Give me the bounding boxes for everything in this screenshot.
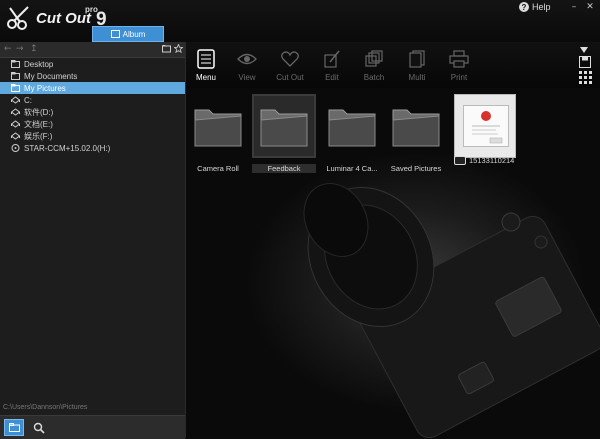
thumb-label: Camera Roll [197, 164, 239, 173]
batch-icon [365, 50, 383, 67]
drive-icon [11, 132, 20, 140]
sidebar-toolbar: ← → ↥ [0, 42, 185, 58]
thumb-feedback[interactable]: Feedback [252, 94, 316, 173]
folder-icon [11, 72, 20, 80]
save-icon[interactable] [579, 56, 591, 68]
sidebar-item-label: 文档(E:) [24, 119, 53, 129]
menu-button[interactable]: Menu [186, 48, 226, 82]
thumb-camera-roll[interactable]: Camera Roll [186, 94, 250, 173]
multi-page-icon [409, 50, 425, 68]
folder-icon [11, 60, 20, 68]
tab-album[interactable]: Album [92, 26, 164, 42]
photo-label: 15133110214 [469, 156, 515, 165]
logo-text: Cut Out [36, 10, 91, 27]
multi-label: Multi [408, 73, 426, 82]
printer-icon [449, 50, 469, 68]
folder-tree: Desktop My Documents My Pictures C: 软件(D… [0, 58, 185, 154]
cutout-label: Cut Out [276, 73, 304, 82]
title-bar: Cut Out pro 9 Album ? Help – ✕ [0, 0, 600, 42]
minimize-button[interactable]: – [569, 2, 579, 12]
print-label: Print [450, 73, 468, 82]
scissors-icon [7, 6, 29, 30]
multi-button[interactable]: Multi [397, 48, 437, 82]
edit-button[interactable]: Edit [312, 48, 352, 82]
thumb-label: Feedback [252, 164, 316, 173]
sidebar-item-drive-f[interactable]: 娱乐(F:) [0, 130, 185, 142]
search-icon [33, 422, 45, 434]
app-logo: Cut Out pro 9 [6, 4, 107, 32]
sidebar-item-drive-d[interactable]: 软件(D:) [0, 106, 185, 118]
sidebar-item-label: My Documents [24, 71, 78, 81]
sidebar-bottom-bar [0, 415, 185, 439]
tab-album-label: Album [122, 29, 146, 39]
close-button[interactable]: ✕ [585, 2, 595, 12]
back-arrow-icon[interactable]: ← [4, 44, 12, 54]
sidebar-item-desktop[interactable]: Desktop [0, 58, 185, 70]
disc-icon [11, 144, 20, 152]
main-panel: Menu View Cut Out Edit Batch Multi Print [186, 42, 600, 438]
camera-badge-icon [454, 156, 466, 165]
folder-icon [392, 109, 440, 147]
batch-label: Batch [363, 73, 385, 82]
photo-preview-image [463, 105, 509, 147]
search-button[interactable] [30, 419, 47, 436]
sidebar-item-drive-c[interactable]: C: [0, 94, 185, 106]
cutout-button[interactable]: Cut Out [270, 48, 310, 82]
up-folder-icon[interactable]: ↥ [30, 44, 38, 54]
thumb-luminar[interactable]: Luminar 4 Ca... [320, 94, 384, 173]
sidebar-item-drive-h[interactable]: STAR-CCM+15.02.0(H:) [0, 142, 185, 154]
sidebar-item-label: C: [24, 95, 32, 105]
help-button[interactable]: ? Help [519, 2, 551, 12]
sidebar-item-drive-e[interactable]: 文档(E:) [0, 118, 185, 130]
drive-icon [11, 108, 20, 116]
sidebar-item-label: 软件(D:) [24, 107, 54, 117]
print-button[interactable]: Print [439, 48, 479, 82]
current-path: C:\Users\Dannson\Pictures [3, 404, 88, 411]
folder-icon [8, 423, 20, 432]
caret-down-icon[interactable] [580, 47, 588, 53]
grid-view-icon[interactable] [579, 71, 593, 85]
sidebar: ← → ↥ Desktop My Documents My Pictures C… [0, 42, 186, 439]
main-toolbar: Menu View Cut Out Edit Batch Multi Print [186, 42, 600, 88]
new-folder-icon[interactable] [162, 44, 171, 53]
dialog-screenshot-image [472, 111, 503, 144]
menu-label: Menu [195, 73, 216, 82]
sidebar-item-my-documents[interactable]: My Documents [0, 70, 185, 82]
view-button[interactable]: View [227, 48, 267, 82]
drive-icon [11, 120, 20, 128]
help-icon: ? [519, 2, 529, 12]
eye-icon [237, 53, 257, 65]
thumb-label: Luminar 4 Ca... [326, 164, 378, 173]
drive-icon [11, 96, 20, 104]
folder-icon [11, 84, 20, 92]
thumb-photo[interactable] [454, 94, 516, 158]
heart-cutout-icon [281, 51, 299, 67]
edit-label: Edit [325, 73, 339, 82]
folder-icon [328, 109, 376, 147]
folder-icon [194, 109, 242, 147]
thumb-label: Saved Pictures [390, 164, 442, 173]
thumb-saved-pictures[interactable]: Saved Pictures [384, 94, 448, 173]
edit-icon [324, 50, 340, 68]
album-icon [110, 30, 120, 38]
folder-icon [260, 109, 308, 147]
sidebar-item-my-pictures[interactable]: My Pictures [0, 82, 185, 94]
forward-arrow-icon[interactable]: → [16, 44, 24, 54]
sidebar-item-label: 娱乐(F:) [24, 131, 53, 141]
sidebar-item-label: Desktop [24, 59, 54, 69]
sidebar-item-label: My Pictures [24, 83, 66, 93]
favorite-star-icon[interactable] [174, 44, 183, 53]
folder-view-button[interactable] [4, 419, 24, 436]
batch-button[interactable]: Batch [354, 48, 394, 82]
sidebar-item-label: STAR-CCM+15.02.0(H:) [24, 143, 111, 153]
help-label: Help [532, 2, 551, 12]
photo-caption: 15133110214 [454, 156, 524, 165]
view-label: View [238, 73, 256, 82]
menu-icon [197, 49, 215, 69]
